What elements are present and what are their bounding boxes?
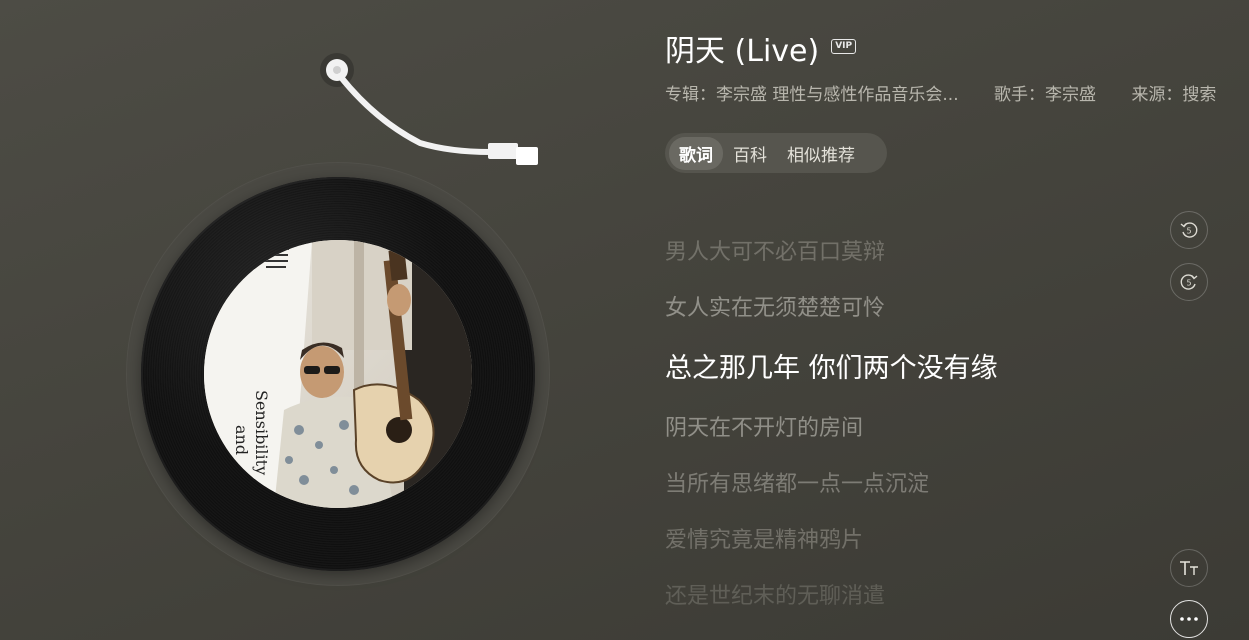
svg-text:5: 5 bbox=[1186, 279, 1191, 288]
lyric-line[interactable]: 还是世纪末的无聊消遣 bbox=[665, 578, 885, 610]
lyric-line[interactable]: 当所有思绪都一点一点沉淀 bbox=[665, 466, 929, 498]
rewind-5s-button[interactable]: 5 bbox=[1170, 211, 1208, 249]
text-size-icon bbox=[1180, 561, 1198, 575]
tab-similar[interactable]: 相似推荐 bbox=[777, 137, 865, 170]
lyric-line[interactable]: 女人实在无须楚楚可怜 bbox=[665, 290, 885, 322]
singer-link[interactable]: 歌手：李宗盛 bbox=[994, 85, 1096, 105]
lyric-line[interactable]: 阴天在不开灯的房间 bbox=[665, 410, 863, 442]
tonearm bbox=[320, 53, 538, 165]
song-meta: 专辑：李宗盛 理性与感性作品音乐会... 歌手：李宗盛 来源：搜索 bbox=[665, 80, 1216, 105]
more-button[interactable] bbox=[1170, 600, 1208, 638]
album-link[interactable]: 专辑：李宗盛 理性与感性作品音乐会... bbox=[665, 85, 959, 105]
song-title: 阴天 (Live) VIP bbox=[665, 26, 857, 70]
tab-bar: 歌词 百科 相似推荐 bbox=[665, 133, 887, 173]
player-window: Sensibility and 阴天 (Live) VIP 专辑：李宗盛 理性与… bbox=[0, 0, 1249, 640]
tab-lyrics[interactable]: 歌词 bbox=[669, 136, 723, 170]
font-size-button[interactable] bbox=[1170, 549, 1208, 587]
rewind-icon: 5 bbox=[1180, 222, 1198, 238]
cover-text-and: and bbox=[232, 425, 251, 455]
forward-5s-button[interactable]: 5 bbox=[1170, 263, 1208, 301]
lyric-line-current[interactable]: 总之那几年 你们两个没有缘 bbox=[665, 346, 998, 385]
forward-icon: 5 bbox=[1180, 274, 1198, 290]
album-cover: Sensibility and bbox=[204, 240, 472, 508]
more-icon bbox=[1180, 617, 1198, 621]
cover-text-sensibility: Sensibility bbox=[252, 390, 271, 475]
source-link[interactable]: 来源：搜索 bbox=[1131, 85, 1216, 105]
lyric-line[interactable]: 爱情究竟是精神鸦片 bbox=[665, 522, 863, 554]
lyric-line[interactable]: 男人大可不必百口莫辩 bbox=[665, 234, 885, 266]
svg-text:5: 5 bbox=[1186, 227, 1191, 236]
lyrics-panel[interactable]: 男人大可不必百口莫辩 女人实在无须楚楚可怜 总之那几年 你们两个没有缘 阴天在不… bbox=[665, 186, 1145, 640]
song-title-text: 阴天 (Live) bbox=[665, 34, 820, 69]
tab-wiki[interactable]: 百科 bbox=[723, 137, 777, 170]
vip-badge: VIP bbox=[831, 38, 857, 54]
